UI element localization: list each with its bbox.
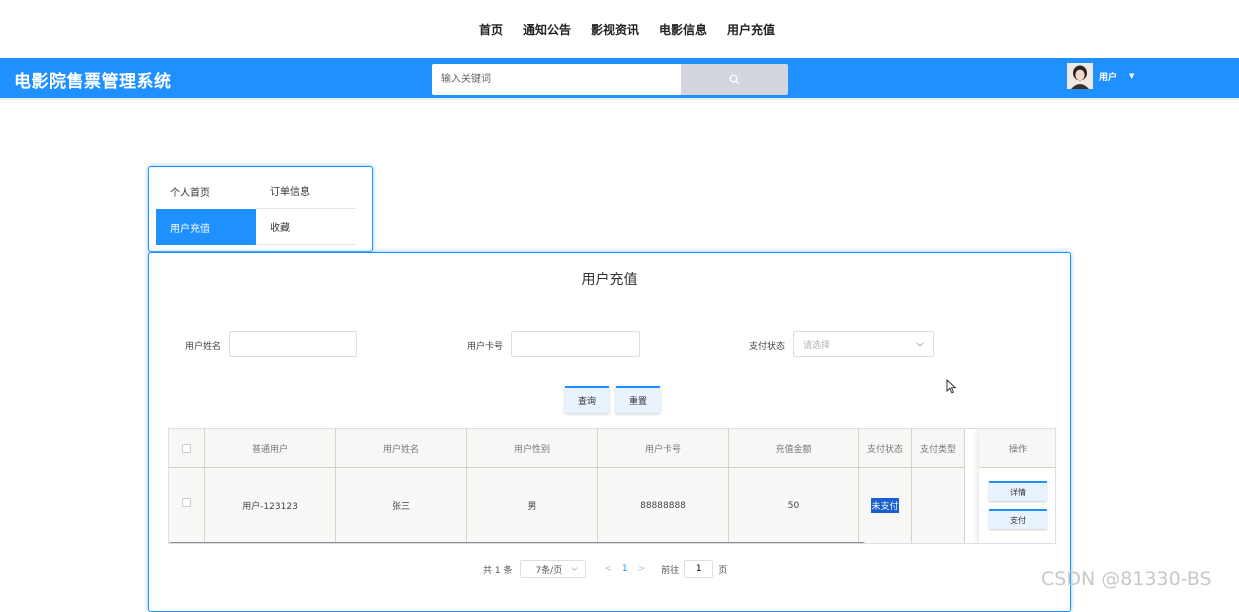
pay-button[interactable]: 支付 — [989, 509, 1047, 529]
menu-item-profile[interactable]: 个人首页 — [156, 173, 256, 209]
detail-button[interactable]: 详情 — [989, 481, 1047, 501]
menu-item-orders[interactable]: 订单信息 — [256, 173, 356, 209]
reset-button[interactable]: 重置 — [616, 386, 660, 413]
horizontal-scrollbar[interactable] — [169, 542, 865, 543]
table-cell: 88888888 — [598, 468, 729, 543]
row-checkbox[interactable] — [182, 498, 191, 507]
nav-movie-info[interactable]: 电影信息 — [659, 21, 707, 38]
column-header: 支付类型 — [912, 429, 965, 468]
page-number[interactable]: 1 — [622, 564, 628, 574]
next-page-icon[interactable]: > — [638, 564, 646, 574]
status-filter-label: 支付状态 — [749, 342, 786, 352]
personal-menu: 个人首页 订单信息 用户充值 收藏 — [148, 166, 373, 252]
query-button[interactable]: 查询 — [565, 386, 609, 413]
actions-column: 操作 详情 支付 — [979, 429, 1055, 543]
table-cell: 张三 — [336, 468, 467, 543]
column-header: 操作 — [979, 429, 1055, 468]
table-cell: 男 — [467, 468, 598, 543]
nav-home[interactable]: 首页 — [479, 21, 503, 38]
select-all-cell — [169, 429, 205, 468]
avatar — [1067, 63, 1093, 89]
status-filter-select[interactable]: 请选择 — [793, 331, 934, 357]
column-header: 用户性别 — [467, 429, 598, 468]
brand-title: 电影院售票管理系统 — [14, 72, 172, 92]
watermark: CSDN @81330-BS — [1041, 568, 1212, 590]
chevron-down-icon: ▼ — [1129, 72, 1135, 80]
column-header: 普通用户 — [205, 429, 336, 468]
search-icon — [729, 74, 740, 85]
pagination: 共 1 条 7条/页 < 1 > 前往 页 — [483, 560, 727, 578]
goto-page-input[interactable] — [684, 560, 714, 578]
column-header: 充值金额 — [729, 429, 859, 468]
search-input[interactable] — [432, 64, 681, 95]
column-header: 支付状态 — [859, 429, 912, 468]
menu-item-favorites[interactable]: 收藏 — [256, 209, 356, 245]
nav-recharge[interactable]: 用户充值 — [727, 21, 775, 38]
search-box — [432, 64, 788, 95]
nav-news[interactable]: 影视资讯 — [591, 21, 639, 38]
recharge-panel: 用户充值 用户姓名 用户卡号 支付状态 请选择 查询 重置 普通用户 用户姓名 … — [148, 252, 1071, 612]
header-bar: 电影院售票管理系统 用户 ▼ — [0, 58, 1239, 100]
pagination-total: 共 1 条 — [483, 565, 513, 576]
status-select-placeholder: 请选择 — [803, 340, 831, 351]
page-size-value: 7条/页 — [535, 565, 563, 576]
search-button[interactable] — [681, 64, 788, 95]
page-suffix: 页 — [718, 565, 728, 576]
status-badge: 未支付 — [871, 498, 899, 513]
column-header: 用户卡号 — [598, 429, 729, 468]
nav-notice[interactable]: 通知公告 — [523, 21, 571, 38]
goto-label: 前往 — [661, 565, 680, 576]
page-size-select[interactable]: 7条/页 — [520, 560, 587, 578]
name-filter-label: 用户姓名 — [185, 342, 222, 352]
select-all-checkbox[interactable] — [182, 443, 191, 453]
user-menu[interactable]: 用户 ▼ — [1067, 63, 1134, 89]
table-cell: 用户-123123 — [205, 468, 336, 543]
card-filter-label: 用户卡号 — [467, 342, 504, 352]
mouse-cursor-icon — [946, 379, 957, 394]
page-title: 用户充值 — [581, 272, 638, 288]
chevron-down-icon — [571, 567, 579, 571]
top-navigation: 首页 通知公告 影视资讯 电影信息 用户充值 — [0, 0, 1239, 58]
column-header: 用户姓名 — [336, 429, 467, 468]
recharge-table: 普通用户 用户姓名 用户性别 用户卡号 充值金额 支付状态 支付类型 用户-12… — [168, 428, 1056, 544]
table-cell — [912, 468, 965, 543]
table-cell: 50 — [729, 468, 859, 543]
chevron-down-icon — [916, 341, 924, 347]
row-select-cell — [169, 468, 205, 543]
prev-page-icon[interactable]: < — [604, 564, 612, 574]
name-filter-input[interactable] — [229, 331, 357, 357]
status-cell: 未支付 — [859, 468, 912, 543]
menu-item-recharge[interactable]: 用户充值 — [156, 209, 256, 245]
user-name: 用户 — [1099, 72, 1118, 83]
card-filter-input[interactable] — [511, 331, 640, 357]
